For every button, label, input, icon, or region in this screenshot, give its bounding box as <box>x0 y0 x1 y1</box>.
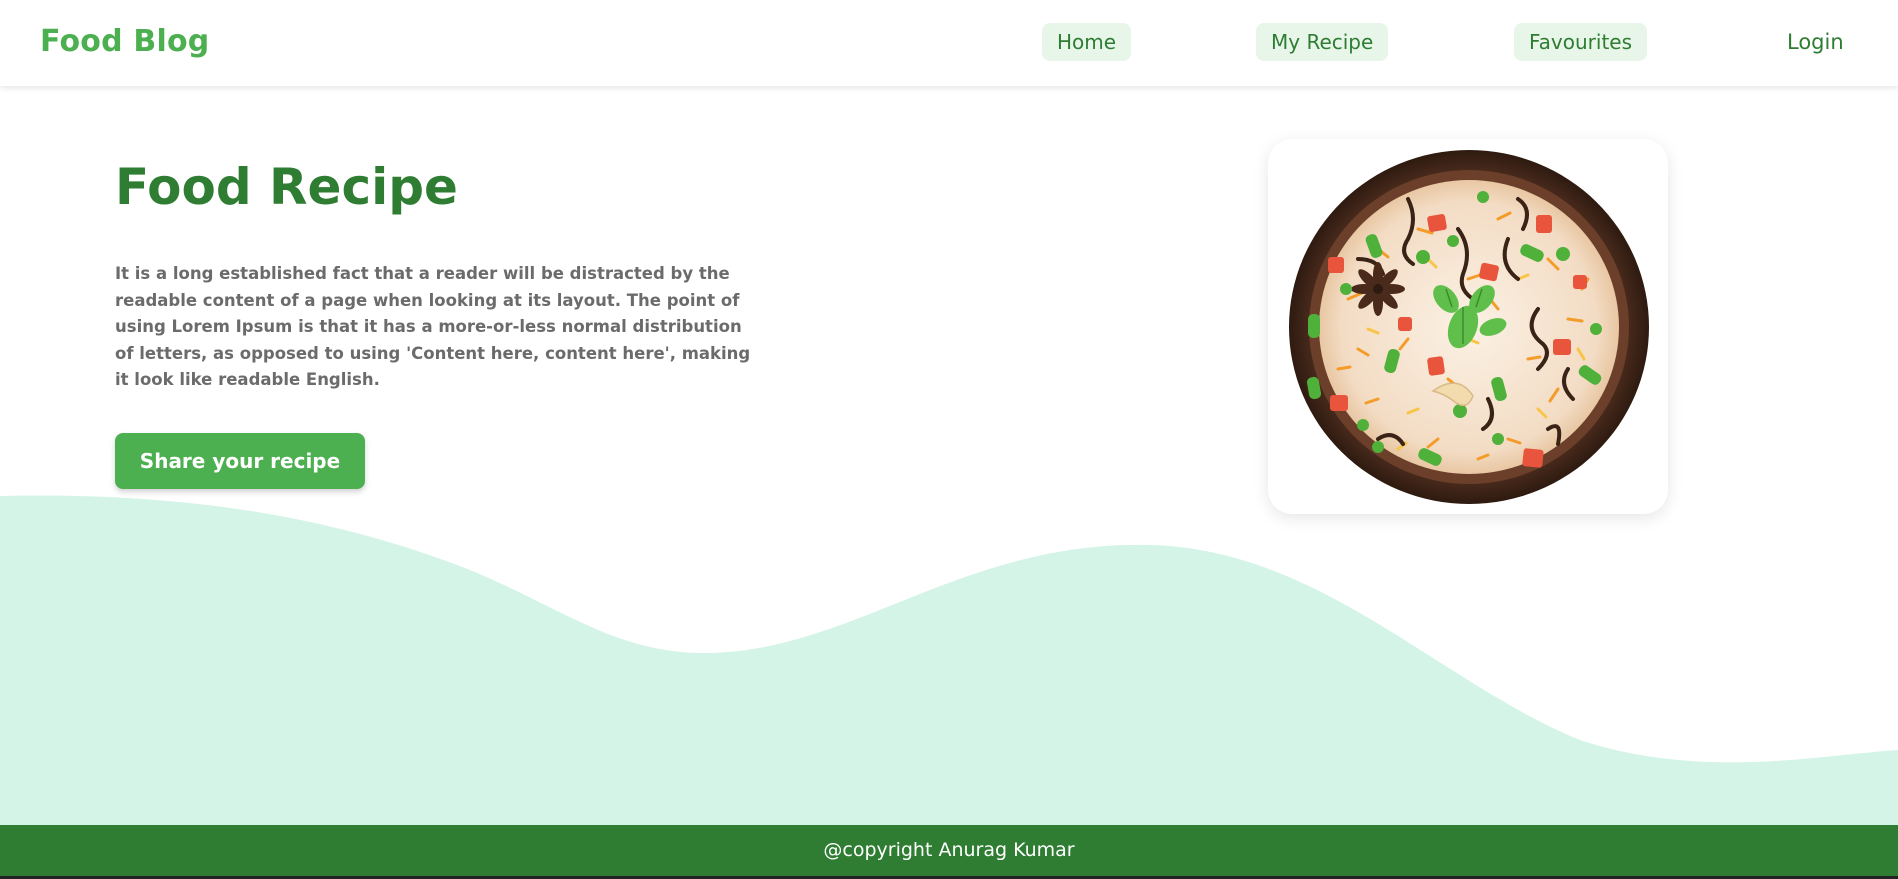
nav-my-recipe[interactable]: My Recipe <box>1256 23 1389 61</box>
navbar: Food Blog Home My Recipe Favourites Logi… <box>0 0 1898 86</box>
share-recipe-button[interactable]: Share your recipe <box>115 433 365 489</box>
recipe-image-card <box>1268 139 1668 514</box>
nav-favourites[interactable]: Favourites <box>1514 23 1648 61</box>
nav-home[interactable]: Home <box>1042 23 1132 61</box>
footer: @copyright Anurag Kumar <box>0 825 1898 879</box>
nav-login[interactable]: Login <box>1787 23 1844 61</box>
biryani-bowl-image <box>1289 150 1649 504</box>
hero-description: It is a long established fact that a rea… <box>115 264 751 389</box>
brand-logo[interactable]: Food Blog <box>40 24 209 59</box>
page-title: Food Recipe <box>115 158 458 216</box>
